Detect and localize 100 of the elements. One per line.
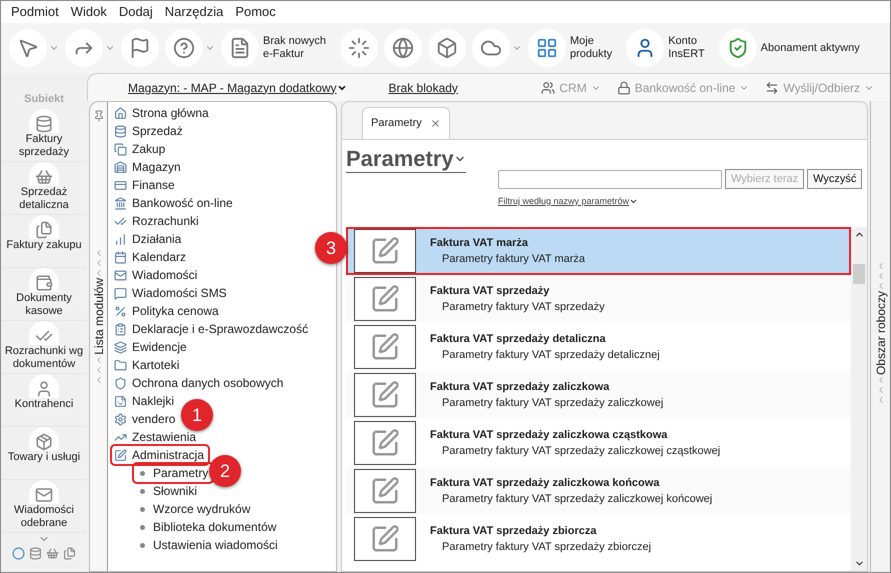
- scrollbar[interactable]: [851, 226, 867, 571]
- row-title: Faktura VAT marża: [430, 236, 530, 250]
- panel-title: Lista modułów: [90, 278, 106, 355]
- module-item[interactable]: Wiadomości SMS: [112, 284, 231, 302]
- menu-item[interactable]: Narzędzia: [158, 2, 230, 22]
- toolbar-button[interactable]: [340, 29, 378, 67]
- module-item[interactable]: Wiadomości: [112, 266, 202, 284]
- menu-item[interactable]: Widok: [64, 2, 113, 22]
- module-item[interactable]: Kalendarz: [112, 248, 190, 266]
- toolbar-button[interactable]: [384, 29, 422, 67]
- module-item[interactable]: Zestawienia: [112, 428, 200, 446]
- sidebar-icon: [35, 486, 53, 504]
- module-label: Ewidencje: [132, 339, 187, 356]
- module-item[interactable]: Finanse: [112, 176, 179, 194]
- module-item[interactable]: Polityka cenowa: [112, 302, 223, 320]
- warehouse-link[interactable]: Magazyn: - MAP - Magazyn dodatkowy: [128, 78, 347, 96]
- row-title: Faktura VAT sprzedaży detaliczna: [430, 332, 607, 346]
- sidebar-icon[interactable]: [46, 547, 59, 560]
- sidebar-item[interactable]: Kontrahenci: [2, 374, 86, 427]
- tab[interactable]: Parametry: [362, 107, 450, 139]
- module-icon: [114, 160, 127, 174]
- sidebar-item[interactable]: Sprzedaż detaliczna: [2, 162, 86, 215]
- sidebar-icon[interactable]: [63, 547, 76, 560]
- search-field[interactable]: [498, 170, 722, 188]
- document-edit-icon: [370, 524, 400, 554]
- module-subitem[interactable]: Wzorce wydruków: [134, 500, 254, 518]
- lock-link[interactable]: Brak blokady: [388, 78, 458, 96]
- toolbar-button[interactable]: [428, 29, 466, 67]
- action-icon: [616, 80, 631, 94]
- toolbar-icon: [173, 37, 195, 59]
- sidebar-item[interactable]: Rozrachunki wg dokumentów: [2, 321, 86, 374]
- module-item[interactable]: Kartoteki: [112, 356, 184, 374]
- module-icon: [114, 268, 127, 282]
- module-item[interactable]: Bankowość on-line: [112, 194, 237, 212]
- workspace-title[interactable]: Obszar roboczy: [872, 291, 890, 376]
- menu-item[interactable]: Pomoc: [229, 2, 282, 22]
- toolbar-icon: [436, 37, 458, 59]
- parameter-row[interactable]: Faktura VAT sprzedaży zaliczkowa cząstkowa Parametry faktury VAT sprzedaży zaliczkowej cząstkowej: [346, 418, 851, 466]
- module-item[interactable]: Rozrachunki: [112, 212, 203, 230]
- action-button[interactable]: Wyczyść: [807, 169, 862, 189]
- row-description: Parametry faktury VAT sprzedaży detalicznej: [441, 348, 660, 362]
- module-icon: [114, 376, 127, 390]
- parameter-row[interactable]: Faktura VAT sprzedaży Parametry faktury VAT sprzedaży: [346, 274, 851, 322]
- sidebar-item[interactable]: Dokumenty kasowe: [2, 268, 86, 321]
- module-item[interactable]: vendero: [112, 410, 180, 428]
- parameter-row[interactable]: Faktura VAT sprzedaży zaliczkowa końcowa Parametry faktury VAT sprzedaży zaliczkowej końcowej: [346, 466, 851, 514]
- parameter-row[interactable]: Faktura VAT sprzedaży zbiorcza Parametry faktury VAT sprzedaży zbiorczej: [346, 514, 851, 562]
- menu-item[interactable]: Dodaj: [112, 2, 159, 22]
- sidebar-item[interactable]: Faktury sprzedaży: [2, 109, 86, 162]
- module-item[interactable]: Administracja: [112, 446, 208, 464]
- module-subitem[interactable]: Biblioteka dokumentów: [134, 518, 280, 536]
- page-title[interactable]: Parametry: [346, 146, 466, 173]
- module-subitem[interactable]: Ustawienia wiadomości: [134, 536, 282, 554]
- sidebar-icon: [35, 115, 53, 133]
- parameter-row[interactable]: Faktura VAT sprzedaży detaliczna Parametry faktury VAT sprzedaży detalicznej: [346, 322, 851, 370]
- module-item[interactable]: Działania: [112, 230, 186, 248]
- document-edit-icon: [370, 236, 400, 266]
- sidebar-icon[interactable]: [12, 547, 25, 560]
- parameter-row[interactable]: Faktura VAT sprzedaży zaliczkowa Parametry faktury VAT sprzedaży zaliczkowej: [346, 370, 851, 418]
- module-item[interactable]: Zakup: [112, 140, 170, 158]
- bullet-icon: [140, 506, 145, 512]
- module-item[interactable]: Ochrona danych osobowych: [112, 374, 288, 392]
- module-label: vendero: [132, 411, 176, 428]
- module-item[interactable]: Deklaracje i e-Sprawozdawczość: [112, 320, 312, 338]
- sidebar-icon: [35, 274, 53, 292]
- document-edit-icon: [370, 284, 400, 314]
- toolbar-button[interactable]: Moje produkty: [528, 29, 620, 67]
- module-item[interactable]: Sprzedaż: [112, 122, 187, 140]
- pin-icon[interactable]: [92, 110, 104, 122]
- row-title: Faktura VAT sprzedaży: [430, 284, 550, 298]
- toolbar-button[interactable]: Konto InsERT: [626, 29, 713, 67]
- sidebar-icon: [35, 168, 53, 186]
- module-subitem[interactable]: Słowniki: [134, 482, 202, 500]
- module-label: Administracja: [132, 447, 204, 464]
- module-item[interactable]: Ewidencje: [112, 338, 191, 356]
- module-label: Ustawienia wiadomości: [153, 537, 278, 554]
- parameter-row[interactable]: Faktura VAT marża Parametry faktury VAT marża: [346, 226, 851, 274]
- module-item[interactable]: Naklejki: [112, 392, 178, 410]
- toolbar-button[interactable]: [121, 29, 159, 67]
- toolbar-button[interactable]: Abonament aktywny: [718, 29, 868, 67]
- filter-link[interactable]: Filtruj według nazwy parametrów: [498, 195, 638, 208]
- sidebar-item[interactable]: Wiadomości odebrane: [2, 480, 86, 533]
- toolbar-icon: [536, 37, 558, 59]
- toolbar-button[interactable]: [472, 29, 522, 67]
- toolbar-button[interactable]: [65, 29, 115, 67]
- module-item[interactable]: Magazyn: [112, 158, 185, 176]
- row-description: Parametry faktury VAT marża: [441, 252, 586, 266]
- toolbar-button[interactable]: [9, 29, 59, 67]
- close-icon[interactable]: [430, 118, 441, 129]
- toolbar-icon: [17, 37, 39, 59]
- toolbar-button[interactable]: [165, 29, 215, 67]
- scrollbar-thumb[interactable]: [853, 264, 865, 284]
- module-label: Naklejki: [132, 393, 174, 410]
- sidebar-item[interactable]: Faktury zakupu: [2, 215, 86, 268]
- menu-item[interactable]: Podmiot: [5, 2, 65, 22]
- sidebar-item[interactable]: Towary i usługi: [2, 427, 86, 480]
- module-icon: [114, 214, 127, 228]
- toolbar-button[interactable]: Brak nowych e-Faktur: [221, 29, 334, 67]
- sidebar-icon[interactable]: [29, 547, 42, 560]
- module-item[interactable]: Strona główna: [112, 104, 213, 122]
